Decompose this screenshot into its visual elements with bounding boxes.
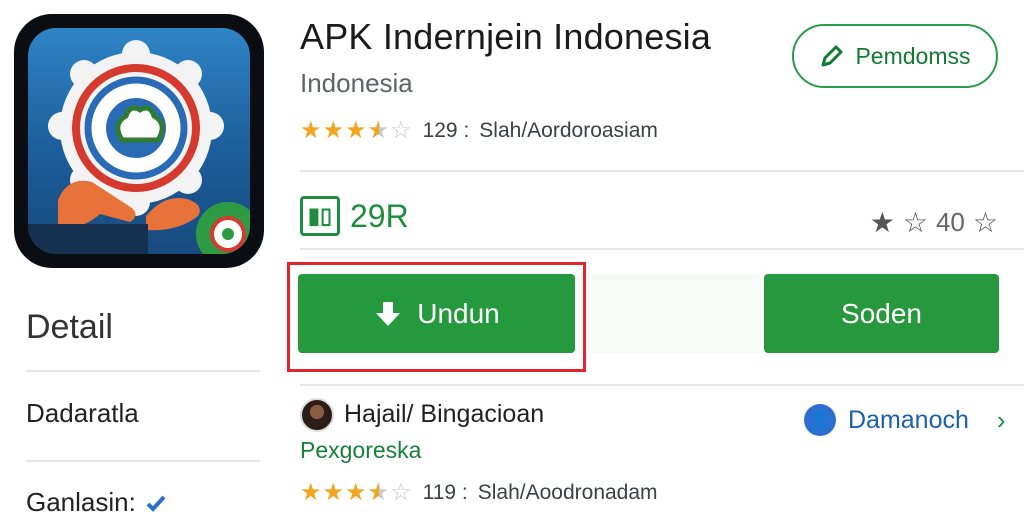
rating-stars: ★★★★★☆: [300, 479, 413, 506]
button-gap: [576, 274, 761, 353]
recommend-button[interactable]: Pemdomss: [792, 24, 998, 88]
divider: [300, 170, 1024, 172]
divider: [26, 370, 260, 372]
rating-count: 119 :: [422, 480, 468, 504]
avatar[interactable]: [300, 398, 334, 432]
chevron-right-icon: ›: [996, 404, 1006, 435]
recommend-label: Pemdomss: [855, 42, 971, 69]
rating-count: 129 :: [422, 118, 470, 142]
secondary-button[interactable]: Soden: [764, 274, 999, 353]
divider: [26, 460, 260, 462]
rating-stars: ★★★★★☆: [300, 117, 413, 144]
download-label: Undun: [417, 297, 500, 329]
person-icon: 👤: [804, 404, 836, 436]
developer-name[interactable]: Hajail/ Bingacioan: [344, 400, 544, 429]
size-value: 29R: [350, 197, 409, 234]
secondary-rating: ★ ☆ 40 ☆: [870, 206, 998, 239]
rating-category[interactable]: Slah/Aoodronadam: [478, 481, 658, 505]
divider: [300, 384, 1024, 386]
divider: [300, 248, 1024, 250]
developer-link-label: Damanoch: [848, 405, 969, 434]
secondary-rating-value: 40: [935, 207, 965, 237]
pencil-icon: [821, 45, 843, 67]
detail-item[interactable]: Dadaratla: [26, 398, 139, 429]
size-row: ▮▯ 29R: [300, 196, 409, 236]
rating-category[interactable]: Slah/Aordoroasiam: [479, 119, 658, 143]
secondary-label: Soden: [841, 297, 922, 329]
app-icon: [14, 14, 264, 268]
detail-item[interactable]: Ganlasin:: [26, 487, 168, 518]
star-empty-icon: ☆: [902, 207, 928, 238]
app-subtitle: Indonesia: [300, 68, 413, 98]
developer-link[interactable]: 👤 Damanoch ›: [804, 404, 1006, 436]
app-emblem-icon: [28, 40, 250, 254]
download-button[interactable]: Undun: [298, 274, 575, 353]
verified-icon: [146, 495, 166, 512]
rating-row: ★★★★★☆ 129 : Slah/Aordoroasiam: [300, 116, 658, 145]
developer-rating-row: ★★★★★☆ 119 : Slah/Aoodronadam: [300, 478, 658, 507]
developer-subtitle[interactable]: Pexgoreska: [300, 437, 421, 464]
size-icon: ▮▯: [300, 196, 340, 236]
detail-item-label: Ganlasin:: [26, 487, 136, 517]
download-arrow-icon: [376, 301, 401, 326]
detail-heading: Detail: [26, 308, 113, 346]
app-title: APK Indernjein Indonesia: [300, 16, 712, 57]
star-empty-icon: ☆: [972, 207, 998, 238]
star-filled-icon: ★: [869, 207, 895, 238]
